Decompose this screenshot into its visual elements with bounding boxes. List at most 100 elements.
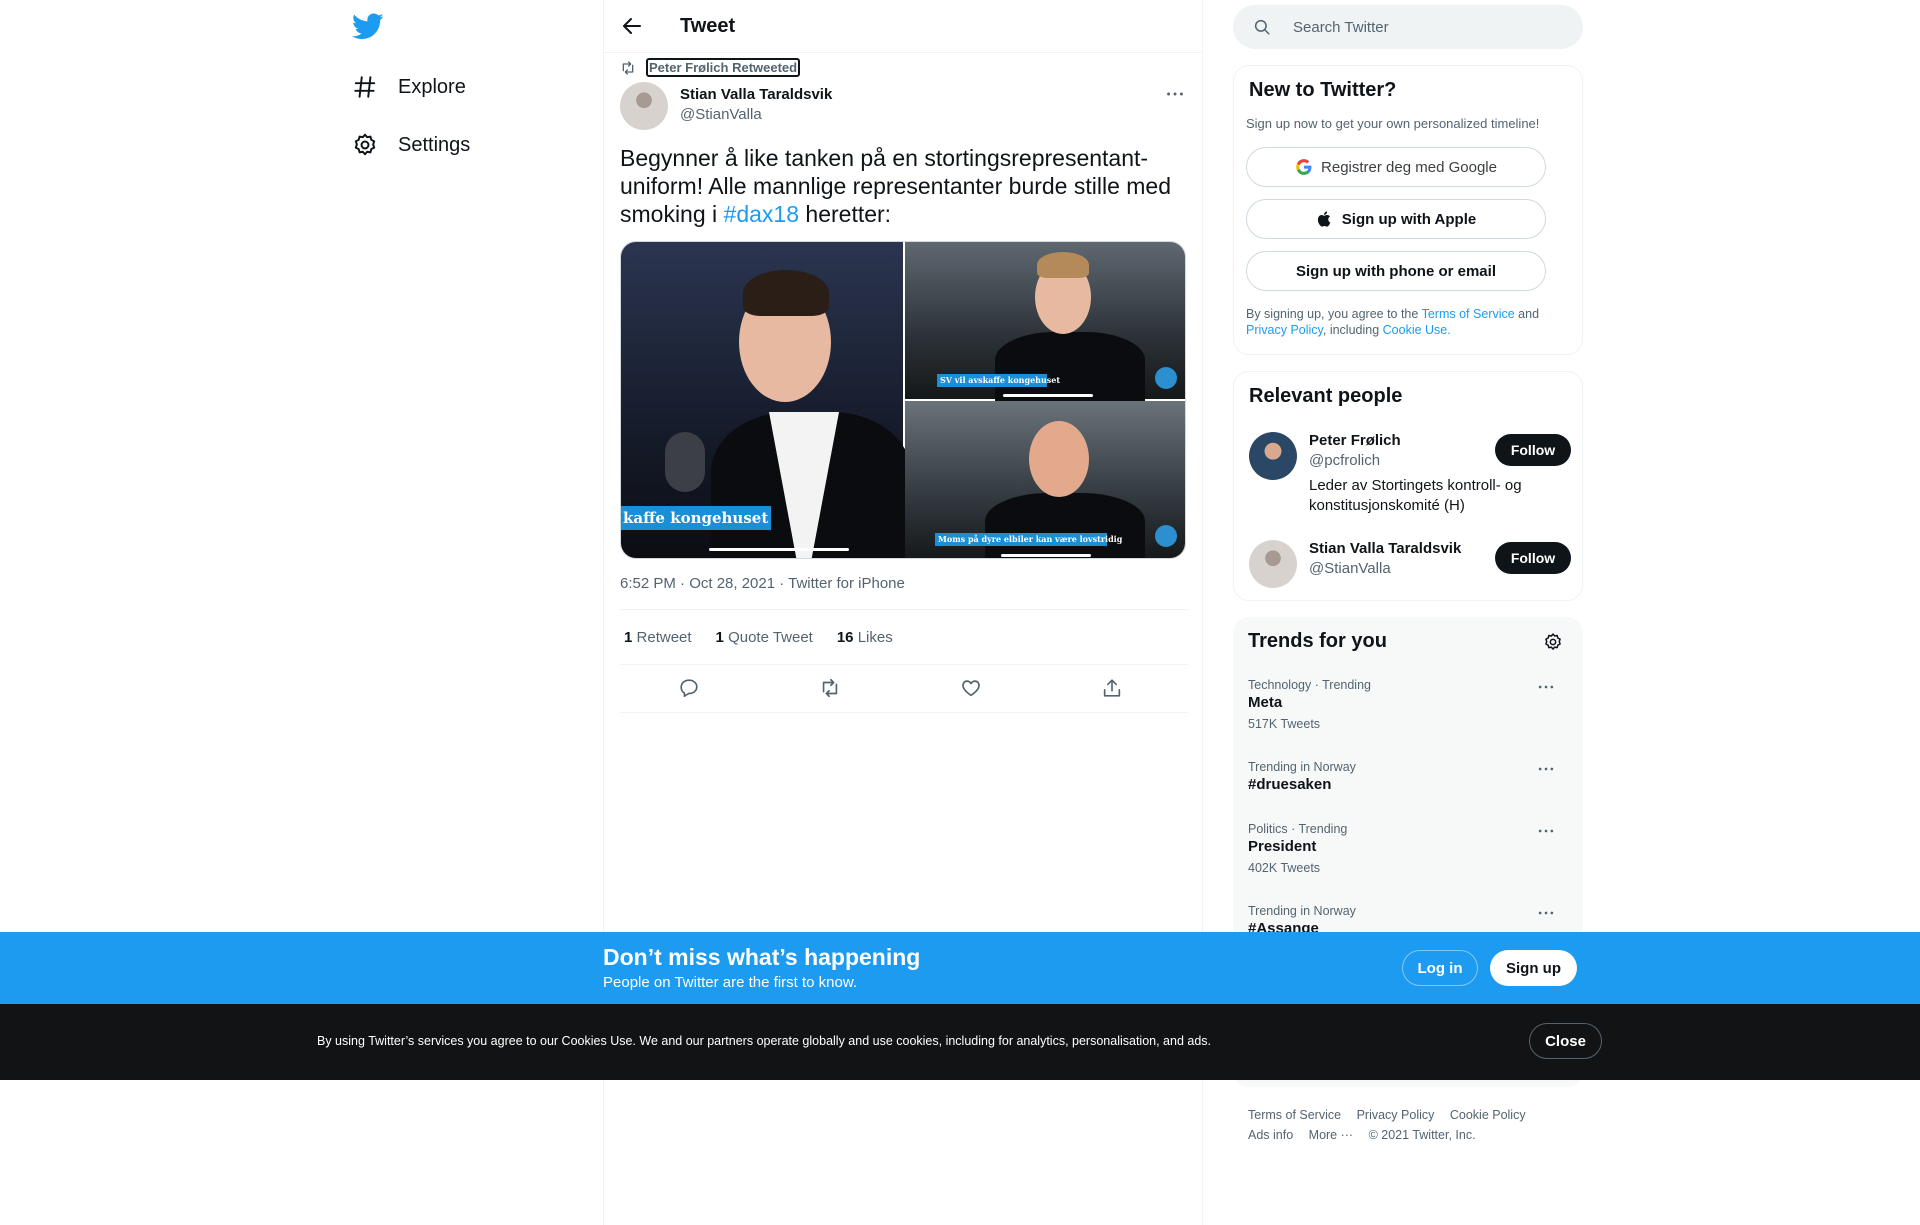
- follow-button[interactable]: Follow: [1495, 434, 1571, 466]
- new-to-twitter-subtitle: Sign up now to get your own personalized…: [1246, 116, 1540, 131]
- terms-of-service-link[interactable]: Terms of Service: [1422, 307, 1515, 321]
- relevant-people-card: Relevant people Peter Frølich @pcfrolich…: [1233, 371, 1583, 601]
- footer-terms-link[interactable]: Terms of Service: [1248, 1108, 1341, 1122]
- tweet-timestamp[interactable]: 6:52 PM · Oct 28, 2021 · Twitter for iPh…: [620, 575, 905, 592]
- channel-logo-icon: [1155, 367, 1177, 389]
- search-icon: [1254, 19, 1270, 35]
- more-options-icon[interactable]: [1536, 677, 1556, 697]
- retweeted-by-link[interactable]: Peter Frølich Retweeted: [646, 58, 801, 77]
- apple-signup-button[interactable]: Sign up with Apple: [1246, 199, 1546, 239]
- trend-meta: Trending in Norway: [1248, 760, 1356, 774]
- footer-more-link[interactable]: More ···: [1309, 1128, 1353, 1142]
- signup-bar-subtitle: People on Twitter are the first to know.: [603, 974, 858, 991]
- person-item[interactable]: Stian Valla Taraldsvik @StianValla Follo…: [1249, 540, 1571, 590]
- search-box[interactable]: [1233, 5, 1583, 49]
- person-name[interactable]: Stian Valla Taraldsvik: [1309, 540, 1461, 557]
- terms-text: By signing up, you agree to the: [1246, 307, 1422, 321]
- microphone-icon: [665, 432, 705, 492]
- channel-logo-icon: [1155, 525, 1177, 547]
- likes-count: 16: [836, 628, 854, 646]
- privacy-policy-link[interactable]: Privacy Policy: [1246, 323, 1323, 337]
- retweets-stat[interactable]: 1 Retweet: [624, 629, 692, 646]
- signup-terms: By signing up, you agree to the Terms of…: [1246, 306, 1566, 338]
- media-banner: kaffe kongehuset: [621, 506, 771, 530]
- tweet-text: Begynner å like tanken på en stortingsre…: [620, 144, 1188, 228]
- trend-item[interactable]: Politics · Trending President 402K Tweet…: [1248, 821, 1568, 877]
- trend-meta: Trending in Norway: [1248, 904, 1356, 918]
- person-name[interactable]: Peter Frølich: [1309, 432, 1401, 449]
- nav-explore-label: Explore: [398, 75, 466, 98]
- avatar[interactable]: [620, 82, 668, 130]
- trend-count: 517K Tweets: [1248, 717, 1321, 731]
- media-figure: [995, 332, 1145, 402]
- phone-email-signup-button[interactable]: Sign up with phone or email: [1246, 251, 1546, 291]
- twitter-logo-icon[interactable]: [352, 10, 384, 42]
- media-banner: Moms på dyre elbiler kan være lovstridig: [935, 533, 1122, 546]
- google-signup-button[interactable]: Registrer deg med Google: [1246, 147, 1546, 187]
- trend-count: 402K Tweets: [1248, 861, 1321, 875]
- gear-icon: [354, 133, 376, 156]
- avatar[interactable]: [1249, 432, 1297, 480]
- footer-ads-link[interactable]: Ads info: [1248, 1128, 1293, 1142]
- tweet-author[interactable]: Stian Valla Taraldsvik @StianValla: [620, 82, 832, 130]
- tweet-text-part: Begynner å like tanken på en stortingsre…: [620, 145, 1172, 227]
- page-title: Tweet: [680, 14, 736, 37]
- person-handle[interactable]: @StianValla: [1309, 560, 1391, 577]
- person-handle[interactable]: @pcfrolich: [1309, 452, 1380, 469]
- person-bio: Leder av Stortingets kontroll- og konsti…: [1309, 477, 1522, 514]
- follow-button[interactable]: Follow: [1495, 542, 1571, 574]
- trend-name: Meta: [1248, 694, 1283, 711]
- back-arrow-icon[interactable]: [620, 14, 644, 38]
- trend-item[interactable]: Trending in Norway #druesaken: [1248, 759, 1568, 795]
- login-button[interactable]: Log in: [1402, 950, 1478, 986]
- trends-settings-gear-icon[interactable]: [1543, 632, 1563, 652]
- more-options-icon[interactable]: [1536, 759, 1556, 779]
- new-to-twitter-title: New to Twitter?: [1249, 79, 1397, 101]
- footer-privacy-link[interactable]: Privacy Policy: [1357, 1108, 1435, 1122]
- share-icon[interactable]: [1101, 677, 1123, 699]
- nav-settings[interactable]: Settings: [352, 125, 470, 165]
- nav-explore[interactable]: Explore: [352, 67, 466, 107]
- video-scrubber: [709, 548, 849, 551]
- media-image-3[interactable]: Moms på dyre elbiler kan være lovstridig: [905, 401, 1185, 558]
- more-options-icon[interactable]: [1536, 903, 1556, 923]
- like-heart-icon[interactable]: [960, 677, 982, 699]
- author-handle[interactable]: @StianValla: [680, 105, 832, 125]
- media-image-1[interactable]: kaffe kongehuset: [621, 242, 911, 558]
- signup-button[interactable]: Sign up: [1490, 950, 1577, 986]
- retweet-icon[interactable]: [819, 677, 841, 699]
- tweet-stats: 1 Retweet 1 Quote Tweet 16 Likes: [620, 609, 1188, 665]
- avatar[interactable]: [1249, 540, 1297, 588]
- tweet-actions: [620, 665, 1188, 713]
- hashtag-link[interactable]: #dax18: [724, 201, 799, 227]
- author-name[interactable]: Stian Valla Taraldsvik: [680, 85, 832, 105]
- quotes-stat[interactable]: 1 Quote Tweet: [716, 629, 813, 646]
- video-scrubber: [1001, 554, 1091, 557]
- person-item[interactable]: Peter Frølich @pcfrolich Leder av Storti…: [1249, 432, 1571, 522]
- search-input[interactable]: [1293, 18, 1553, 36]
- footer-copyright: © 2021 Twitter, Inc.: [1368, 1128, 1476, 1142]
- video-scrubber: [1003, 394, 1093, 397]
- google-icon: [1296, 159, 1312, 175]
- tweet-media[interactable]: kaffe kongehuset SV vil avskaffe kongehu…: [620, 241, 1186, 559]
- trend-meta: Politics · Trending: [1248, 822, 1348, 836]
- more-options-icon[interactable]: [1164, 83, 1186, 105]
- likes-stat[interactable]: 16 Likes: [837, 629, 893, 646]
- footer-cookie-link[interactable]: Cookie Policy: [1450, 1108, 1526, 1122]
- apple-icon: [1317, 211, 1331, 227]
- retweeted-by: Peter Frølich Retweeted: [620, 58, 801, 77]
- trend-item[interactable]: Technology · Trending Meta 517K Tweets: [1248, 677, 1568, 733]
- media-figure: [1037, 252, 1089, 278]
- reply-icon[interactable]: [678, 677, 700, 699]
- quotes-count: 1: [715, 628, 724, 646]
- media-banner: SV vil avskaffe kongehuset: [937, 374, 1060, 387]
- phone-email-signup-label: Sign up with phone or email: [1295, 262, 1496, 280]
- tweet-header: Tweet: [604, 0, 1202, 53]
- trend-meta: Technology · Trending: [1248, 678, 1371, 692]
- terms-text: and: [1514, 307, 1540, 321]
- more-options-icon[interactable]: [1536, 821, 1556, 841]
- cookie-use-link[interactable]: Cookie Use.: [1383, 323, 1451, 337]
- trend-name: President: [1248, 838, 1317, 855]
- media-image-2[interactable]: SV vil avskaffe kongehuset: [905, 242, 1185, 402]
- close-cookie-button[interactable]: Close: [1529, 1023, 1602, 1059]
